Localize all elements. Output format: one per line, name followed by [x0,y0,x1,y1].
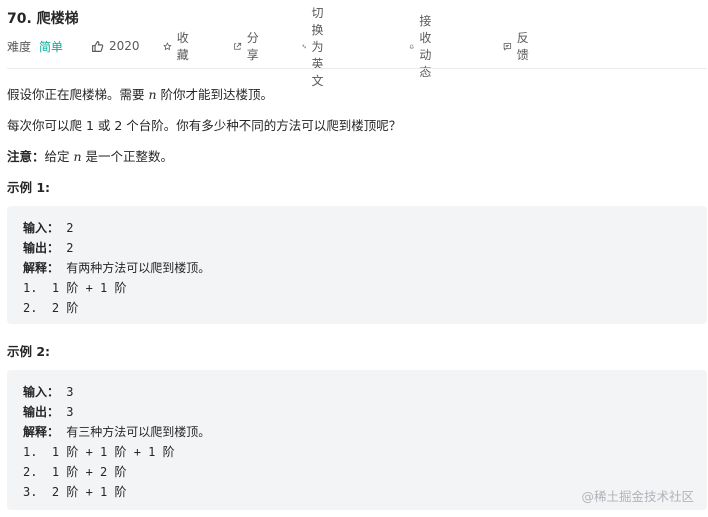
difficulty-label: 难度 [7,39,32,54]
output-value: 3 [59,405,74,419]
feedback-label: 反馈 [516,31,529,62]
example-1-explanation: 解释： 有两种方法可以爬到楼顶。 [23,259,210,276]
variable-n: n [73,149,82,164]
header-divider [7,68,707,69]
description-paragraph-1: 假设你正在爬楼梯。需要 n 阶你才能到达楼顶。 [7,84,273,103]
example-1-heading: 示例 1: [7,180,51,195]
problem-meta-bar: 难度 简单 2020 收藏 分享 切换为英文 接收动态 反馈 [7,6,529,88]
example-1-output: 输出： 2 [23,239,73,256]
example-2-output: 输出： 3 [23,403,73,420]
thumbs-up-icon [92,40,104,52]
translate-icon [302,44,307,48]
problem-title: 70. 爬楼梯 [7,11,79,27]
difficulty: 难度 简单 [7,38,63,55]
example-2-explanation: 解释： 有三种方法可以爬到楼顶。 [23,423,210,440]
switch-language-button[interactable]: 切换为英文 [302,4,332,89]
explanation-value: 有两种方法可以爬到楼顶。 [59,261,211,275]
example-1-step: 2. 2 阶 [23,301,79,315]
share-label: 分享 [246,31,259,62]
input-label: 输入： [23,385,60,399]
explanation-label: 解释： [23,425,60,439]
example-2-step: 3. 2 阶 + 1 阶 [23,485,127,499]
desc-text: 是一个正整数。 [81,149,174,164]
description-paragraph-2: 每次你可以爬 1 或 2 个台阶。你有多少种不同的方法可以爬到楼顶呢？ [7,118,402,133]
like-count: 2020 [109,39,140,53]
feedback-button[interactable]: 反馈 [503,29,533,63]
favorite-label: 收藏 [176,31,189,62]
example-2-step: 2. 1 阶 + 2 阶 [23,465,127,479]
note-label: 注意： [7,149,45,164]
feedback-icon [503,42,512,51]
explanation-label: 解释： [23,261,60,275]
example-2-heading: 示例 2: [7,344,51,359]
desc-text: 给定 [44,149,74,164]
example-2-input: 输入： 3 [23,383,73,400]
difficulty-badge: 简单 [39,39,64,54]
output-value: 2 [59,241,74,255]
example-1-step: 1. 1 阶 + 1 阶 [23,281,127,295]
description-note: 注意：给定 n 是一个正整数。 [7,146,173,165]
input-label: 输入： [23,221,60,235]
switch-language-label: 切换为英文 [311,5,324,88]
explanation-value: 有三种方法可以爬到楼顶。 [59,425,211,439]
input-value: 3 [59,385,74,399]
share-button[interactable]: 分享 [233,29,263,63]
share-icon [234,42,242,50]
like-button[interactable]: 2020 [91,39,140,53]
star-icon [163,41,172,50]
desc-text: 假设你正在爬楼梯。需要 [7,87,149,102]
bell-icon [409,44,414,49]
example-1-block: 输入： 2 输出： 2 解释： 有两种方法可以爬到楼顶。 1. 1 阶 + 1 … [7,206,707,324]
variable-n: n [148,87,157,102]
output-label: 输出： [23,405,60,419]
watermark: @稀土掘金技术社区 [581,489,694,504]
example-1-input: 输入： 2 [23,219,73,236]
input-value: 2 [59,221,74,235]
subscribe-label: 接收动态 [419,14,432,79]
desc-text: 阶你才能到达楼顶。 [156,87,274,102]
example-2-step: 1. 1 阶 + 1 阶 + 1 阶 [23,445,175,459]
output-label: 输出： [23,241,60,255]
subscribe-button[interactable]: 接收动态 [409,12,439,80]
favorite-button[interactable]: 收藏 [163,29,193,63]
